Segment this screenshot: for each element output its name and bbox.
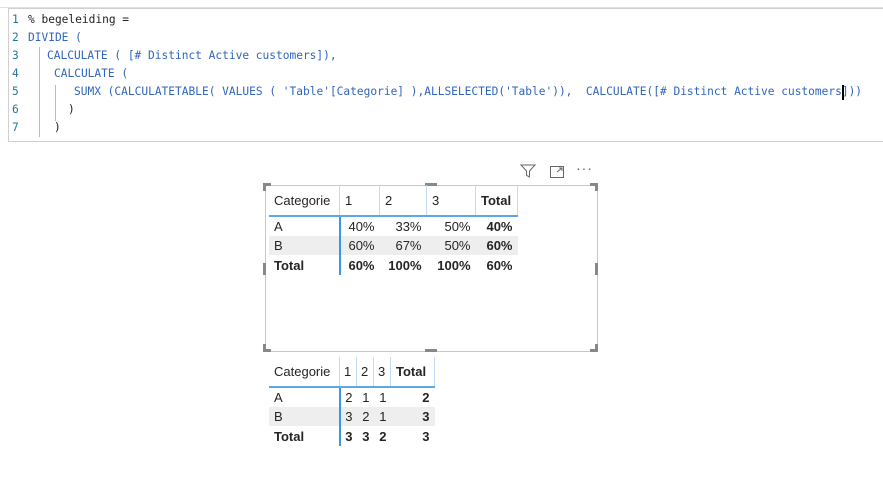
cell: 40% (348, 219, 375, 234)
filter-icon[interactable] (519, 163, 537, 182)
cell: 67% (379, 236, 427, 255)
cell: 33% (395, 219, 422, 234)
header-row: Categorie 1 2 3 Total (269, 185, 518, 217)
cell: 3 (422, 428, 430, 444)
code-text: % begeleiding = (28, 13, 130, 26)
cell: 40% (486, 219, 513, 234)
cell: 60% (339, 236, 380, 255)
row-header: Total (269, 426, 341, 446)
line-number: 4 (12, 67, 19, 80)
row-header[interactable]: A (269, 387, 341, 407)
code-text: CALCULATE ( [# Distinct Active customers… (47, 49, 337, 62)
column-header[interactable]: 2 (379, 185, 427, 217)
more-options-icon[interactable]: ··· (576, 160, 593, 176)
cell: 1 (373, 407, 391, 426)
resize-handle[interactable] (595, 344, 598, 352)
indent-guide (39, 47, 40, 137)
formula-editor[interactable]: 1 % begeleiding = 2 DIVIDE ( 3 CALCULATE ( … (8, 8, 883, 142)
cell: 3 (345, 428, 353, 444)
cell: 100% (388, 257, 422, 273)
top-bar (0, 0, 883, 8)
cell: 60% (475, 236, 518, 255)
cell: 50% (426, 236, 476, 255)
resize-handle[interactable] (425, 349, 437, 352)
column-header[interactable]: Categorie (269, 185, 340, 217)
column-header[interactable]: 1 (339, 357, 357, 388)
cell: 100% (437, 257, 471, 273)
cell: 2 (356, 407, 374, 426)
cell: 2 (345, 390, 353, 405)
column-header[interactable]: Categorie (269, 357, 340, 388)
line-number: 6 (12, 103, 19, 116)
table-row: A 2 1 1 2 (269, 387, 435, 407)
code-text: CALCULATE ( (54, 67, 129, 80)
matrix-table-percent: Categorie 1 2 3 Total A 40% 33% 50% 40% … (269, 185, 518, 275)
cell: 1 (362, 390, 370, 405)
code-text: ) (54, 121, 61, 134)
cell: 2 (379, 428, 387, 444)
code-text: ) (68, 103, 75, 116)
row-header[interactable]: B (269, 407, 341, 426)
line-number: 7 (12, 121, 19, 134)
table-row: B 60% 67% 50% 60% (269, 236, 518, 255)
resize-handle[interactable] (595, 263, 598, 275)
text-cursor (842, 85, 844, 100)
line-number: 5 (12, 85, 19, 98)
cell: 60% (486, 257, 513, 273)
header-row: Categorie 1 2 3 Total (269, 357, 435, 388)
indent-guide (55, 85, 56, 121)
cell: 3 (362, 428, 370, 444)
resize-handle[interactable] (263, 263, 266, 275)
column-header[interactable]: 3 (426, 185, 476, 217)
code-text: SUMX (CALCULATETABLE( VALUES ( 'Table'[C… (74, 85, 863, 98)
visual-header: ··· (518, 160, 598, 183)
total-row: Total 60% 100% 100% 60% (269, 255, 518, 275)
resize-handle[interactable] (595, 183, 598, 191)
row-header[interactable]: B (269, 236, 341, 255)
column-header[interactable]: Total (390, 357, 435, 388)
resize-handle[interactable] (263, 183, 266, 191)
line-number: 2 (12, 31, 19, 44)
cell: 50% (444, 219, 471, 234)
matrix-table-count: Categorie 1 2 3 Total A 2 1 1 2 B 3 2 1 … (269, 357, 435, 446)
cell: 60% (348, 257, 375, 273)
row-header[interactable]: A (269, 216, 341, 236)
resize-handle[interactable] (263, 344, 266, 352)
column-header[interactable]: Total (475, 185, 518, 217)
focus-mode-icon[interactable] (549, 164, 565, 183)
column-header[interactable]: 3 (373, 357, 391, 388)
cell: 1 (379, 390, 387, 405)
row-header: Total (269, 255, 341, 275)
line-number: 3 (12, 49, 19, 62)
cell: 3 (339, 407, 357, 426)
table-row: B 3 2 1 3 (269, 407, 435, 426)
total-row: Total 3 3 2 3 (269, 426, 435, 446)
column-header[interactable]: 2 (356, 357, 374, 388)
cell: 2 (422, 390, 430, 405)
table-row: A 40% 33% 50% 40% (269, 216, 518, 236)
code-text: DIVIDE ( (28, 31, 82, 44)
line-number: 1 (12, 13, 19, 26)
cell: 3 (390, 407, 435, 426)
column-header[interactable]: 1 (339, 185, 380, 217)
